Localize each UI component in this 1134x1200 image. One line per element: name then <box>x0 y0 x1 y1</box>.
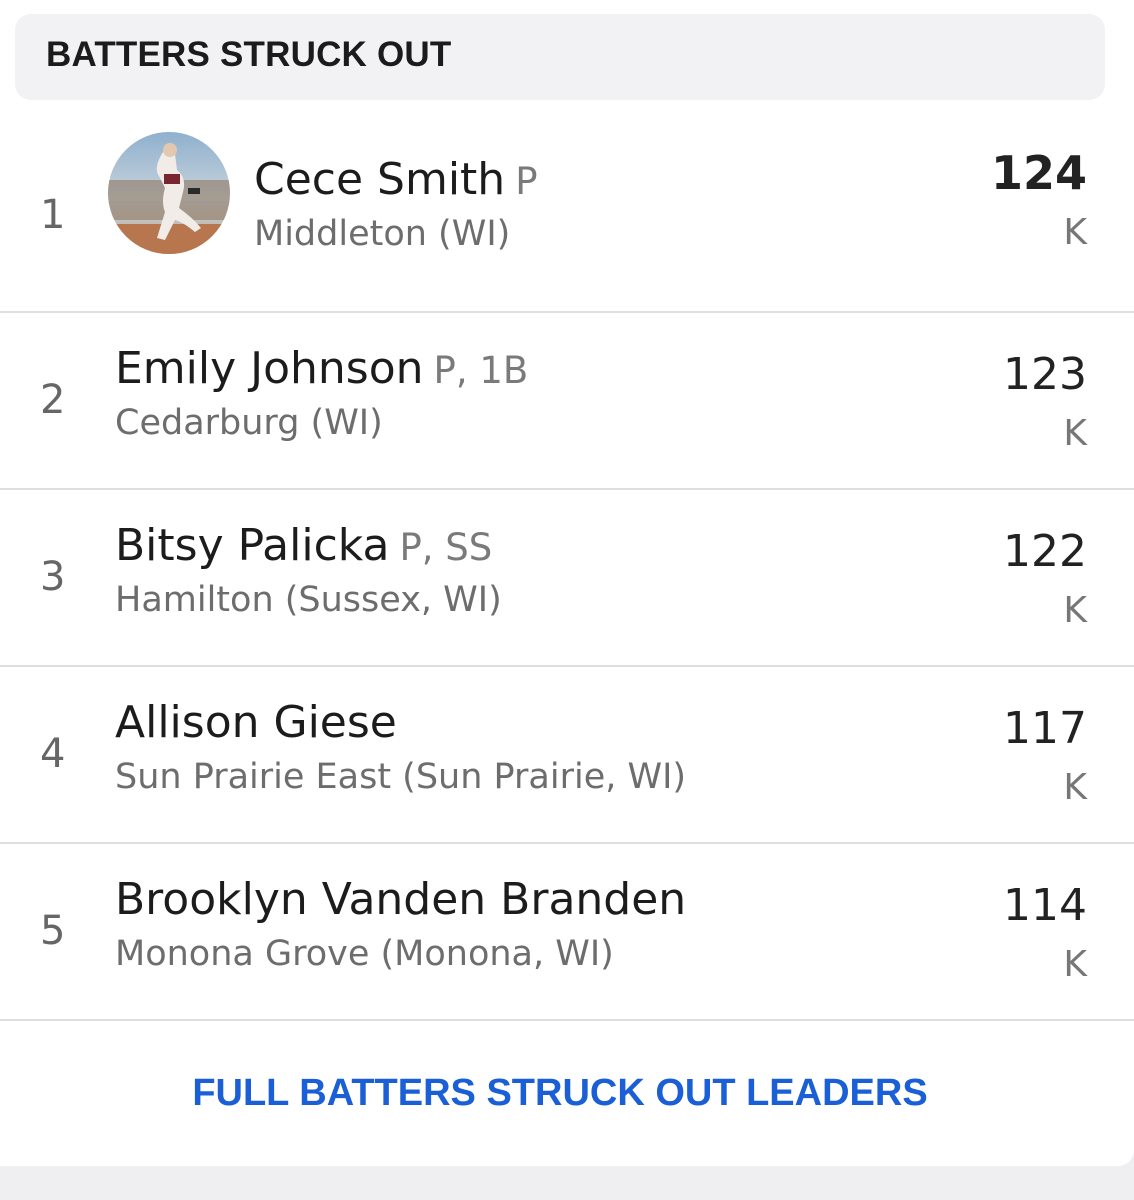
player-avatar[interactable] <box>108 132 230 254</box>
stat-value: 124 <box>990 146 1087 200</box>
stat-unit: K <box>1063 212 1087 253</box>
player-name[interactable]: Cece Smith <box>254 154 505 205</box>
player-name-line: Emily Johnson P, 1B <box>115 343 528 394</box>
player-name-line: Bitsy Palicka P, SS <box>115 520 492 571</box>
leaderboard-header: BATTERS STRUCK OUT <box>15 14 1105 100</box>
leader-row[interactable]: 3 Bitsy Palicka P, SS Hamilton (Sussex, W… <box>0 490 1134 667</box>
rank-number: 2 <box>40 377 66 423</box>
stat-value: 117 <box>1003 703 1087 754</box>
rank-number: 3 <box>40 554 66 600</box>
full-leaders-link[interactable]: FULL BATTERS STRUCK OUT LEADERS <box>0 1072 1120 1115</box>
player-name[interactable]: Allison Giese <box>115 697 397 748</box>
player-school[interactable]: Monona Grove (Monona, WI) <box>115 934 614 974</box>
player-school[interactable]: Hamilton (Sussex, WI) <box>115 580 502 620</box>
stat-unit: K <box>1063 767 1087 808</box>
leader-row[interactable]: 1 Cece Smith P Middleton (WI) 124 K <box>0 100 1134 313</box>
leader-row[interactable]: 5 Brooklyn Vanden Branden Monona Grove (… <box>0 844 1134 1021</box>
player-name[interactable]: Brooklyn Vanden Branden <box>115 874 686 925</box>
player-name[interactable]: Bitsy Palicka <box>115 520 389 571</box>
player-position: P <box>515 160 538 203</box>
stat-unit: K <box>1063 590 1087 631</box>
rank-number: 5 <box>40 908 66 954</box>
player-name-line: Allison Giese <box>115 697 407 748</box>
stat-value: 123 <box>1003 349 1087 400</box>
player-name-line: Brooklyn Vanden Branden <box>115 874 696 925</box>
leader-row[interactable]: 2 Emily Johnson P, 1B Cedarburg (WI) 123 … <box>0 313 1134 490</box>
rank-number: 1 <box>40 192 66 238</box>
leaderboard-title: BATTERS STRUCK OUT <box>46 35 452 74</box>
player-school[interactable]: Cedarburg (WI) <box>115 403 383 443</box>
stat-value: 114 <box>1003 880 1087 931</box>
leader-row[interactable]: 4 Allison Giese Sun Prairie East (Sun Pr… <box>0 667 1134 844</box>
stat-unit: K <box>1063 413 1087 454</box>
player-name[interactable]: Emily Johnson <box>115 343 424 394</box>
rank-number: 4 <box>40 731 66 777</box>
player-position: P, SS <box>399 526 493 569</box>
player-school[interactable]: Middleton (WI) <box>254 214 510 254</box>
stat-unit: K <box>1063 944 1087 985</box>
player-school[interactable]: Sun Prairie East (Sun Prairie, WI) <box>115 757 686 797</box>
stat-value: 122 <box>1003 526 1087 577</box>
player-name-line: Cece Smith P <box>254 154 538 205</box>
leaderboard-card: BATTERS STRUCK OUT 1 Cece Smith P Middle… <box>0 0 1134 1166</box>
player-position: P, 1B <box>433 349 529 392</box>
